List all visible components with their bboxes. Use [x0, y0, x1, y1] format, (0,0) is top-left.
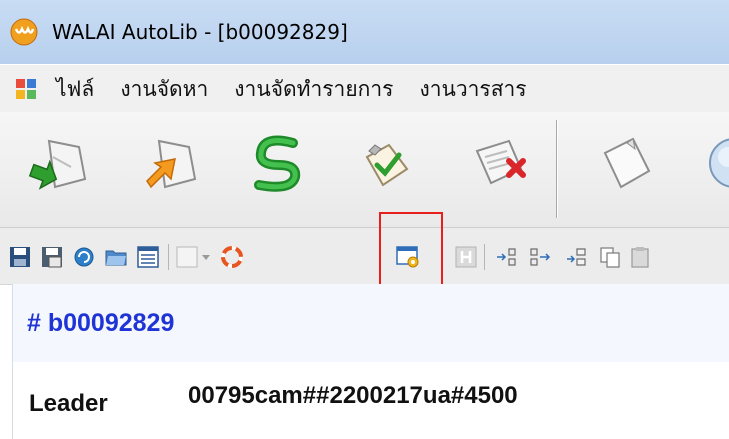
refresh-button[interactable] — [72, 245, 96, 269]
help-button[interactable] — [220, 245, 244, 269]
h-button[interactable] — [454, 245, 478, 269]
save-as-button[interactable] — [40, 245, 64, 269]
paste-button[interactable] — [628, 245, 652, 269]
paste-icon — [631, 247, 649, 268]
menu-bar: ไฟล์ งานจัดหา งานจัดทำรายการ งานวารสาร — [0, 64, 729, 113]
system-menu-icon[interactable] — [14, 77, 38, 101]
new-document-icon — [603, 137, 651, 189]
search-globe-icon — [708, 138, 729, 188]
open-folder-icon — [105, 250, 127, 266]
template-dropdown-icon — [176, 246, 210, 268]
insert-field-icon — [497, 248, 516, 266]
save-as-icon — [42, 247, 62, 268]
template-dropdown-button[interactable] — [176, 245, 212, 269]
append-field-button[interactable] — [528, 245, 552, 269]
delete-record-icon — [475, 139, 526, 185]
open-folder-button[interactable] — [104, 245, 128, 269]
copy-icon — [600, 247, 620, 268]
save-button[interactable] — [8, 245, 32, 269]
list-view-icon — [137, 246, 159, 268]
export-arrow-icon — [146, 139, 197, 189]
search-button[interactable] — [684, 124, 729, 204]
new-document-button[interactable] — [584, 124, 668, 204]
h-icon — [455, 246, 477, 268]
append-field-icon — [530, 248, 551, 266]
record-toolbar — [0, 228, 729, 285]
main-toolbar — [0, 112, 729, 228]
help-lifebuoy-icon — [221, 246, 243, 268]
record-header: # b00092829 — [12, 284, 729, 362]
export-button[interactable] — [130, 124, 214, 204]
toolbar-separator — [484, 244, 485, 270]
sync-button[interactable] — [236, 124, 320, 204]
toolbar-separator — [168, 244, 169, 270]
insert-subfield-button[interactable] — [564, 245, 588, 269]
sync-dollar-icon — [254, 135, 301, 192]
leader-label: Leader — [29, 390, 108, 417]
approve-button[interactable] — [340, 124, 424, 204]
highlight-box — [379, 212, 443, 292]
refresh-icon — [74, 247, 94, 267]
menu-acquisition[interactable]: งานจัดหา — [120, 73, 208, 106]
walai-logo-icon[interactable] — [10, 18, 38, 46]
import-arrow-icon — [28, 139, 87, 190]
insert-field-button[interactable] — [494, 245, 518, 269]
record-id: # b00092829 — [27, 308, 175, 337]
record-fields: Leader 00795cam##2200217ua#4500 — [12, 362, 729, 439]
leader-value[interactable]: 00795cam##2200217ua#4500 — [188, 382, 518, 410]
window-title: WALAI AutoLib - [b00092829] — [52, 20, 348, 44]
menu-file[interactable]: ไฟล์ — [56, 73, 94, 106]
copy-button[interactable] — [598, 245, 622, 269]
toolbar-separator — [556, 120, 558, 218]
insert-subfield-icon — [567, 248, 586, 266]
menu-serials[interactable]: งานวารสาร — [419, 73, 526, 106]
delete-button[interactable] — [456, 124, 540, 204]
save-icon — [10, 247, 30, 267]
title-bar: WALAI AutoLib - [b00092829] — [0, 0, 729, 64]
list-view-button[interactable] — [136, 245, 160, 269]
approve-check-icon — [365, 143, 409, 187]
menu-cataloging[interactable]: งานจัดทำรายการ — [234, 73, 393, 106]
import-button[interactable] — [20, 124, 104, 204]
